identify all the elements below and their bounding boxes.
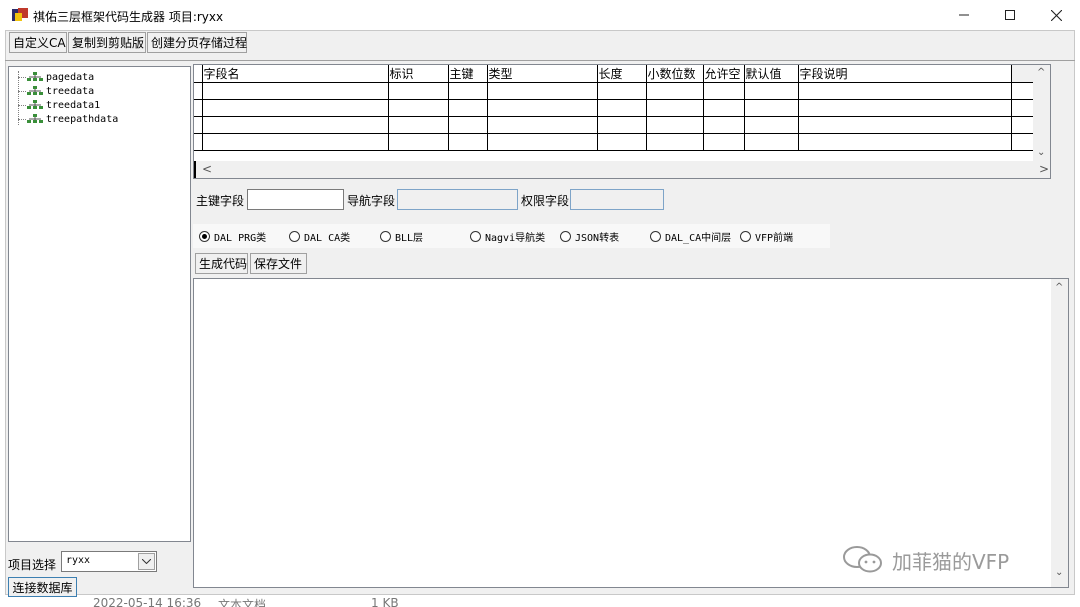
column-header[interactable]: 字段说明 (798, 65, 1012, 83)
scroll-down-icon[interactable]: ⌄ (1055, 567, 1063, 578)
scroll-right-icon[interactable]: > (1039, 162, 1049, 176)
tree-item-label: treepathdata (46, 113, 119, 125)
field-grid[interactable]: 字段名 标识 主键 类型 长度 小数位数 允许空 默认值 字段说明 ^ ⌄ < … (193, 64, 1051, 179)
copy-clipboard-button[interactable]: 复制到剪贴版 (68, 32, 146, 53)
generate-code-button[interactable]: 生成代码 (195, 253, 248, 274)
close-button[interactable] (1033, 0, 1079, 30)
maximize-button[interactable] (987, 0, 1033, 30)
table-icon (27, 114, 43, 123)
grid-horizontal-scrollbar[interactable]: < > (194, 161, 1050, 178)
radio-icon (560, 231, 571, 242)
maximize-icon (1005, 10, 1015, 20)
tree-item-label: treedata (46, 85, 95, 97)
radio-icon (380, 231, 391, 242)
code-vertical-scrollbar[interactable]: ^ ⌄ (1051, 279, 1068, 587)
column-header[interactable]: 小数位数 (646, 65, 704, 83)
chevron-down-icon[interactable] (138, 553, 155, 570)
toolbar-divider (5, 60, 1075, 61)
create-paging-proc-button[interactable]: 创建分页存储过程 (147, 32, 247, 53)
tree-item[interactable]: pagedata (18, 71, 94, 83)
tree-item[interactable]: treepathdata (18, 113, 118, 125)
connect-database-button[interactable]: 连接数据库 (8, 577, 77, 597)
project-select-value: ryxx (66, 555, 91, 566)
radio-icon (289, 231, 300, 242)
table-row[interactable] (194, 116, 1041, 134)
scroll-cursor (194, 161, 196, 178)
row-selector-header (194, 65, 203, 83)
scroll-up-icon[interactable]: ^ (1037, 67, 1045, 78)
table-icon (27, 100, 43, 109)
tree-item-label: treedata1 (46, 99, 101, 111)
nav-field-label: 导航字段 (347, 194, 396, 208)
radio-vfp-frontend[interactable]: VFP前端 (740, 229, 793, 244)
table-row[interactable] (194, 99, 1041, 117)
column-header[interactable]: 长度 (597, 65, 647, 83)
project-label: 项目选择 (8, 558, 57, 572)
radio-dal-prg[interactable]: DAL PRG类 (199, 229, 266, 244)
save-file-button[interactable]: 保存文件 (250, 253, 307, 274)
watermark: 加菲猫的VFP (842, 545, 1009, 575)
scroll-left-icon[interactable]: < (202, 162, 212, 176)
table-tree[interactable]: pagedata treedata treedata1 treepathdata (8, 66, 191, 542)
title-bar: 祺佑三层框架代码生成器 项目:ryxx (0, 0, 1080, 30)
underlay-type: 文本文档 (218, 598, 267, 607)
column-header[interactable]: 字段名 (202, 65, 389, 83)
wechat-icon (843, 546, 882, 573)
window-title: 祺佑三层框架代码生成器 项目:ryxx (33, 10, 224, 24)
column-header[interactable]: 标识 (388, 65, 449, 83)
watermark-text: 加菲猫的VFP (892, 549, 1010, 574)
radio-json[interactable]: JSON转表 (560, 229, 619, 244)
grid-header-row: 字段名 标识 主键 类型 长度 小数位数 允许空 默认值 字段说明 (194, 65, 1041, 83)
project-select[interactable]: ryxx (61, 551, 157, 572)
radio-icon (740, 231, 751, 242)
nav-field-input[interactable] (397, 189, 518, 210)
radio-icon (470, 231, 481, 242)
close-icon (1050, 9, 1062, 21)
custom-ca-button[interactable]: 自定义CA (9, 32, 67, 53)
pk-field-input[interactable] (247, 189, 344, 210)
code-output[interactable]: ^ ⌄ (193, 278, 1069, 588)
table-row[interactable] (194, 133, 1041, 151)
radio-dal-ca[interactable]: DAL CA类 (289, 229, 350, 244)
minimize-icon (959, 14, 969, 16)
radio-dal-ca-middle[interactable]: DAL_CA中间层 (650, 229, 731, 244)
radio-nagvi[interactable]: Nagvi导航类 (470, 229, 545, 244)
column-header[interactable]: 主键 (448, 65, 488, 83)
pk-field-label: 主键字段 (196, 194, 245, 208)
grid-vertical-scrollbar[interactable]: ^ ⌄ (1033, 65, 1050, 163)
table-icon (27, 86, 43, 95)
tree-item[interactable]: treedata1 (18, 99, 100, 111)
radio-icon (650, 231, 661, 242)
table-icon (27, 72, 43, 81)
tree-item[interactable]: treedata (18, 85, 94, 97)
column-header[interactable]: 类型 (487, 65, 598, 83)
radio-bll[interactable]: BLL层 (380, 229, 423, 244)
scroll-down-icon[interactable]: ⌄ (1037, 147, 1045, 158)
column-header[interactable]: 默认值 (744, 65, 799, 83)
tree-item-label: pagedata (46, 71, 95, 83)
perm-field-label: 权限字段 (521, 194, 570, 208)
underlay-size: 1 KB (371, 596, 399, 607)
table-row[interactable] (194, 82, 1041, 100)
perm-field-input[interactable] (570, 189, 664, 210)
scroll-up-icon[interactable]: ^ (1055, 282, 1063, 293)
app-icon (12, 8, 28, 21)
underlay-date: 2022-05-14 16:36 (93, 596, 202, 607)
minimize-button[interactable] (941, 0, 987, 30)
radio-checked-icon (199, 231, 210, 242)
field-table: 字段名 标识 主键 类型 长度 小数位数 允许空 默认值 字段说明 (194, 65, 1041, 151)
column-header[interactable]: 允许空 (703, 65, 745, 83)
